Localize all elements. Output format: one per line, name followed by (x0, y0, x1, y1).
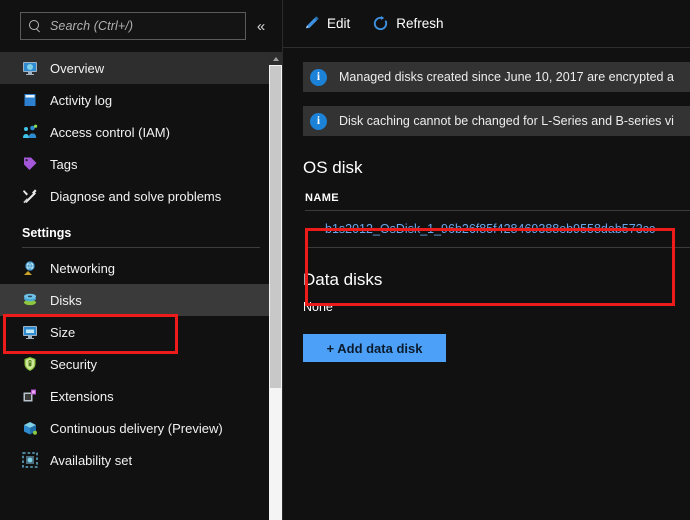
info-banner-text: Managed disks created since June 10, 201… (339, 70, 674, 84)
search-icon (29, 19, 42, 33)
sidebar-nav-list: Overview Activity log Access control (IA… (0, 52, 282, 520)
sidebar-item-label: Security (50, 356, 97, 372)
os-disk-name-column-header: NAME (305, 192, 339, 204)
sidebar-item-tags[interactable]: Tags (0, 148, 282, 180)
sidebar-item-label: Activity log (50, 92, 113, 108)
info-banner-text: Disk caching cannot be changed for L-Ser… (339, 114, 674, 128)
sidebar-item-activity-log[interactable]: Activity log (0, 84, 282, 116)
left-navigation-sidebar: Search (Ctrl+/) « Overview Activity log … (0, 0, 283, 520)
scrollbar-thumb[interactable] (270, 66, 281, 388)
sidebar-item-continuous-delivery[interactable]: Continuous delivery (Preview) (0, 412, 282, 444)
networking-icon (22, 260, 38, 276)
sidebar-item-label: Size (50, 324, 76, 340)
sidebar-item-label: Access control (IAM) (50, 124, 170, 140)
sidebar-section-settings: Settings (22, 226, 72, 240)
activity-log-icon (22, 92, 38, 108)
extensions-icon (22, 388, 38, 404)
continuous-delivery-icon (22, 420, 38, 436)
add-data-disk-button[interactable]: + Add data disk (303, 334, 446, 362)
sidebar-item-availability-set[interactable]: Availability set (0, 444, 282, 476)
chevron-double-left-icon[interactable]: « (246, 11, 276, 41)
table-row[interactable]: b1s2012_OsDisk_1_96b26f85f428469388eb955… (303, 211, 690, 247)
shield-icon (22, 356, 38, 372)
refresh-icon (372, 15, 389, 32)
sidebar-item-label: Continuous delivery (Preview) (50, 420, 223, 436)
search-placeholder: Search (Ctrl+/) (50, 19, 134, 33)
tools-wrench-icon (22, 188, 38, 204)
refresh-button[interactable]: Refresh (372, 15, 444, 32)
sidebar-scrollbar[interactable] (269, 52, 282, 520)
info-banner-disk-caching: i Disk caching cannot be changed for L-S… (303, 106, 690, 136)
sidebar-item-diagnose[interactable]: Diagnose and solve problems (0, 180, 282, 212)
sidebar-section-divider (22, 247, 260, 248)
size-monitor-icon (22, 324, 38, 340)
command-toolbar: Edit Refresh (283, 0, 690, 48)
info-banner-managed-disks: i Managed disks created since June 10, 2… (303, 62, 690, 92)
sidebar-item-label: Overview (50, 60, 105, 76)
edit-button[interactable]: Edit (303, 15, 350, 32)
sidebar-item-security[interactable]: Security (0, 348, 282, 380)
search-input[interactable]: Search (Ctrl+/) (20, 12, 246, 40)
sidebar-item-label: Disks (50, 292, 82, 308)
azure-portal-disks-blade: Search (Ctrl+/) « Overview Activity log … (0, 0, 690, 520)
scroll-up-arrow-icon[interactable] (269, 52, 282, 65)
sidebar-item-access-control[interactable]: Access control (IAM) (0, 116, 282, 148)
edit-label: Edit (327, 16, 351, 31)
sidebar-item-overview[interactable]: Overview (0, 52, 282, 84)
sidebar-item-label: Networking (50, 260, 116, 276)
sidebar-item-size[interactable]: Size (0, 316, 282, 348)
sidebar-item-disks[interactable]: Disks (0, 284, 282, 316)
pencil-icon (303, 15, 320, 32)
tag-icon (22, 156, 38, 172)
table-rule-bottom (305, 247, 690, 248)
data-disks-empty-text: None (303, 300, 333, 314)
disks-icon (22, 292, 38, 308)
sidebar-item-label: Extensions (50, 388, 114, 404)
info-icon: i (310, 112, 327, 130)
availability-set-icon (22, 452, 38, 468)
access-control-icon (22, 124, 38, 140)
sidebar-item-label: Availability set (50, 452, 133, 468)
sidebar-search-row: Search (Ctrl+/) « (0, 0, 282, 52)
disks-content-pane: Edit Refresh i Managed disks created sin… (283, 0, 690, 520)
os-disk-heading: OS disk (303, 158, 363, 177)
os-disk-table: b1s2012_OsDisk_1_96b26f85f428469388eb955… (303, 210, 690, 248)
os-disk-name-link[interactable]: b1s2012_OsDisk_1_96b26f85f428469388eb955… (325, 222, 655, 236)
refresh-label: Refresh (396, 16, 444, 31)
sidebar-item-label: Diagnose and solve problems (50, 188, 222, 204)
sidebar-item-label: Tags (50, 156, 78, 172)
overview-monitor-icon (22, 60, 38, 76)
data-disks-heading: Data disks (303, 270, 383, 289)
sidebar-item-networking[interactable]: Networking (0, 252, 282, 284)
info-icon: i (310, 68, 327, 86)
sidebar-item-extensions[interactable]: Extensions (0, 380, 282, 412)
